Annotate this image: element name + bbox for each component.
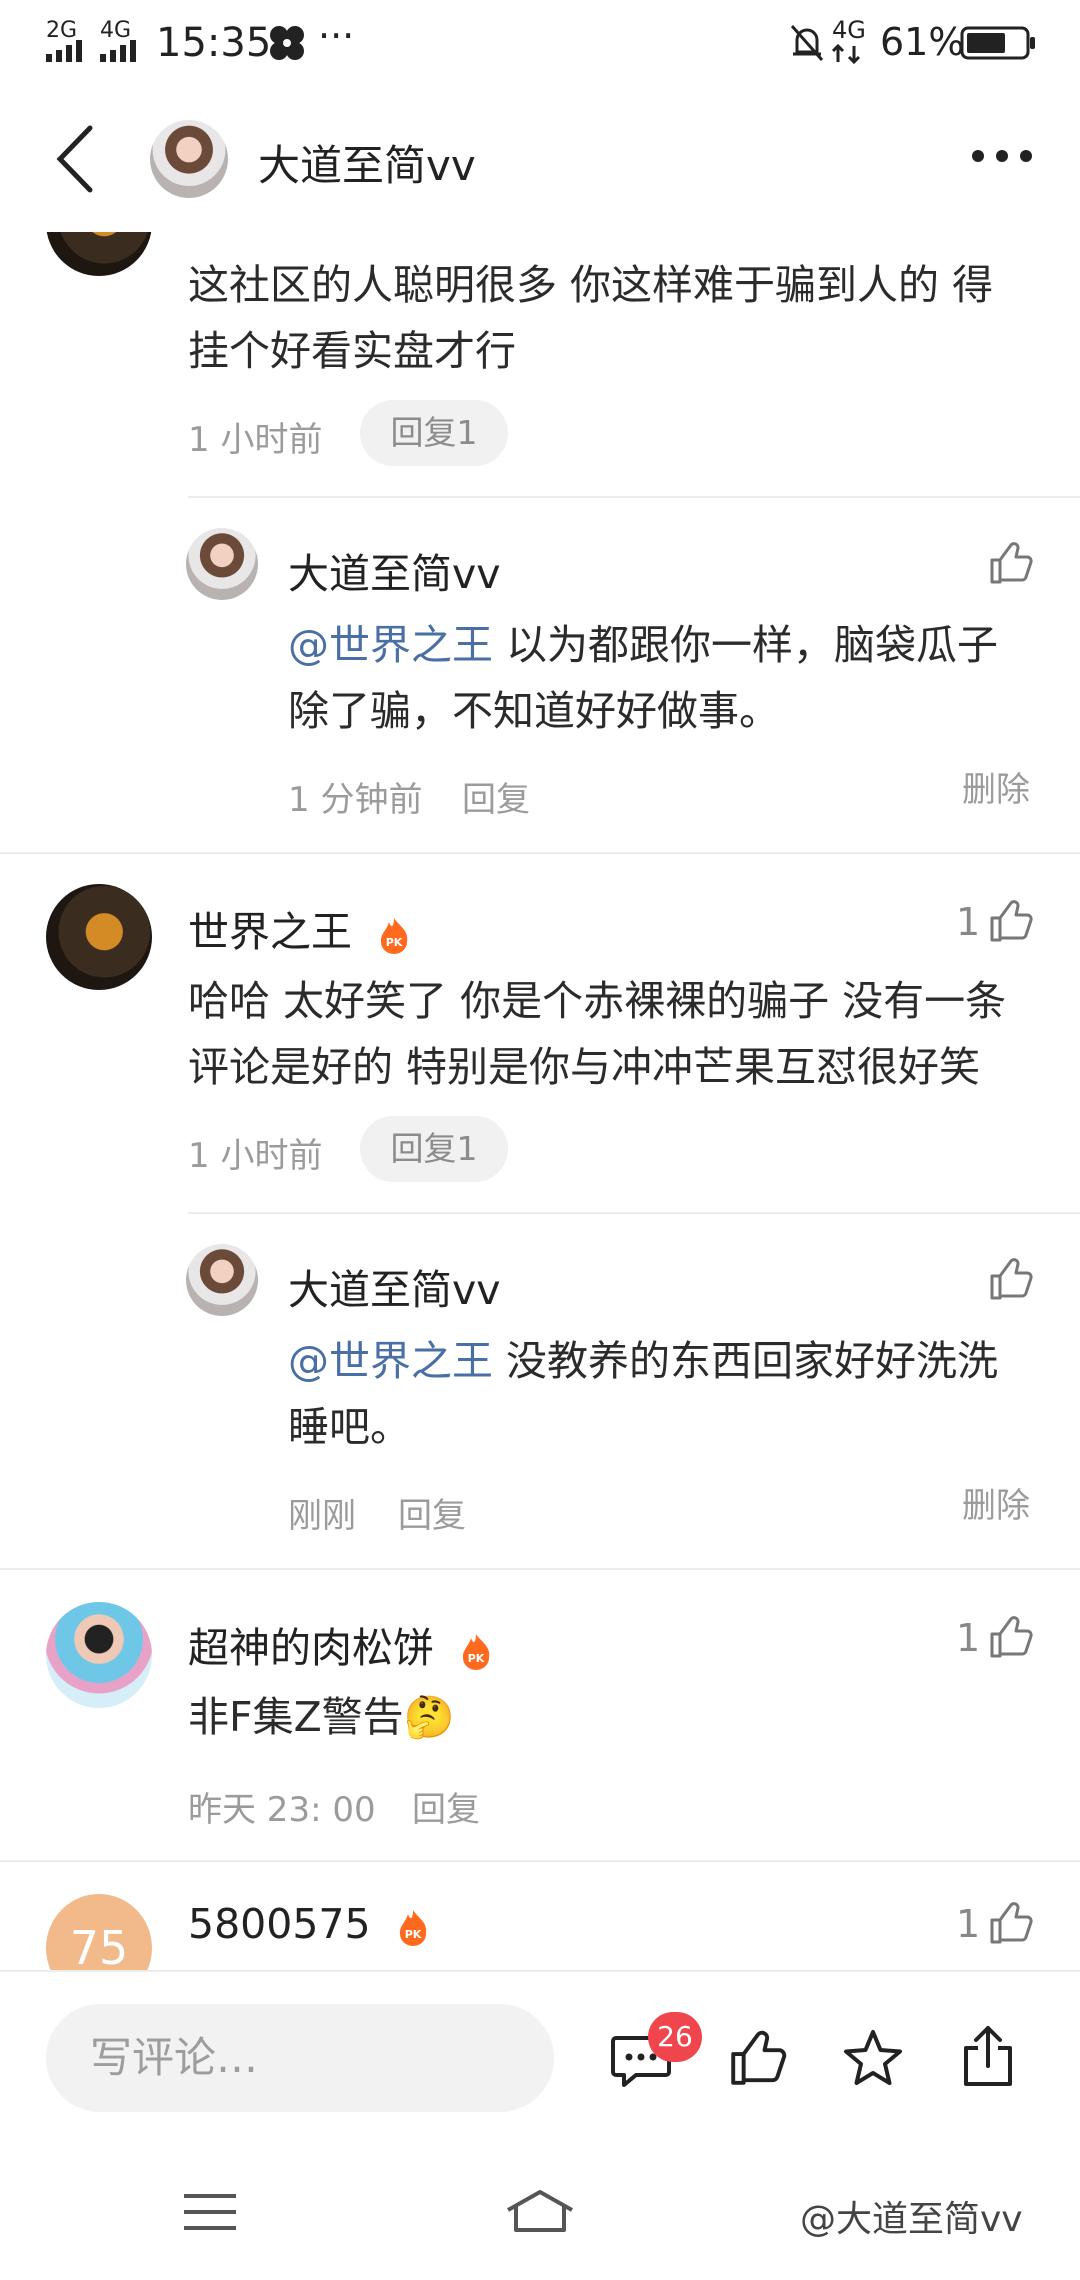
commenter-avatar[interactable] xyxy=(46,884,152,990)
status-bar: 2G 4G 15:35 ··· 4G 61% xyxy=(0,0,1080,86)
commenter-avatar[interactable] xyxy=(46,1602,152,1708)
like-icon[interactable] xyxy=(728,2028,788,2088)
home-icon[interactable] xyxy=(504,2188,576,2234)
like-count: 1 xyxy=(956,900,981,944)
svg-text:PK: PK xyxy=(386,936,403,949)
thumbs-up-icon[interactable] xyxy=(988,1256,1034,1302)
svg-text:PK: PK xyxy=(404,1928,421,1941)
reply-text: @世界之王 没教养的东西回家好好洗洗睡吧。 xyxy=(288,1328,1028,1460)
comment-time: 1 小时前 xyxy=(188,1136,323,1176)
battery-percent: 61% xyxy=(880,20,965,64)
commenter-name-text: 世界之王 xyxy=(188,908,352,956)
battery-icon xyxy=(960,26,1035,60)
divider xyxy=(0,852,1080,854)
reply-count-button[interactable]: 回复1 xyxy=(360,400,508,466)
reply-text: @世界之王 以为都跟你一样，脑袋瓜子除了骗，不知道好好做事。 xyxy=(288,612,1028,744)
mute-bell-icon xyxy=(790,25,824,61)
pk-fire-badge-icon: PK xyxy=(462,1634,490,1670)
back-arrow-icon[interactable] xyxy=(52,124,96,194)
reply-button[interactable]: 回复 xyxy=(462,772,530,821)
divider xyxy=(188,1212,1080,1214)
reply-author[interactable]: 大道至简vv xyxy=(288,1256,501,1316)
pk-fire-badge-icon: PK xyxy=(399,1910,426,1946)
reply-count-button[interactable]: 回复1 xyxy=(360,1116,508,1182)
reply-author[interactable]: 大道至简vv xyxy=(288,540,501,600)
comment-time: 1 小时前 xyxy=(188,420,323,460)
signal-icon xyxy=(46,40,82,62)
divider xyxy=(188,496,1080,498)
reply-time: 1 分钟前 xyxy=(288,780,423,820)
comment-text: 哈哈 太好笑了 你是个赤裸裸的骗子 没有一条评论是好的 特别是你与冲冲芒果互怼很… xyxy=(188,977,1007,1091)
pinwheel-icon xyxy=(270,26,304,60)
commenter-name-text: 超神的肉松饼 xyxy=(188,1624,434,1672)
top-header: 大道至简vv xyxy=(0,86,1080,232)
reply-avatar[interactable] xyxy=(186,528,258,600)
commenter-name[interactable]: 5800575 PK xyxy=(188,1900,430,1948)
page-title: 大道至简vv xyxy=(258,141,476,190)
signal-icon-2 xyxy=(100,40,136,62)
commenter-name-text: 5800575 xyxy=(188,1900,371,1948)
mention-link[interactable]: @世界之王 xyxy=(288,621,493,669)
reply-button[interactable]: 回复 xyxy=(398,1488,466,1537)
share-icon[interactable] xyxy=(960,2024,1016,2088)
watermark-text: @大道至简vv xyxy=(800,2199,1023,2240)
comment-text: 非F集Z警告🤔 xyxy=(188,1693,455,1741)
menu-icon[interactable] xyxy=(184,2192,236,2232)
bottom-action-bar: 写评论… 26 xyxy=(0,1972,1080,2140)
divider xyxy=(0,1860,1080,1862)
thumbs-up-icon[interactable] xyxy=(988,1614,1034,1660)
delete-button[interactable]: 删除 xyxy=(962,762,1030,811)
author-avatar[interactable] xyxy=(150,120,228,198)
star-icon[interactable] xyxy=(842,2028,904,2088)
divider xyxy=(0,1568,1080,1570)
status-more: ··· xyxy=(318,14,355,58)
comment-text: 这社区的人聪明很多 你这样难于骗到人的 得挂个好看实盘才行 xyxy=(188,261,994,375)
network-label: 4G xyxy=(832,16,866,44)
commenter-name[interactable]: 世界之王 PK xyxy=(188,898,411,958)
comment-time: 昨天 23: 00 xyxy=(188,1790,376,1830)
status-time: 15:35 xyxy=(156,20,272,66)
commenter-avatar[interactable]: 75 xyxy=(46,1894,152,1970)
more-options-icon[interactable] xyxy=(970,146,1034,166)
data-arrows-icon xyxy=(832,44,861,64)
delete-button[interactable]: 删除 xyxy=(962,1478,1030,1527)
comment-count-badge: 26 xyxy=(648,2012,702,2062)
reply-time: 刚刚 xyxy=(288,1496,356,1536)
pk-fire-badge-icon: PK xyxy=(380,918,408,954)
comment-partial: 75 5800575 PK 1 xyxy=(0,1890,1080,1970)
reply-avatar[interactable] xyxy=(186,1244,258,1316)
comment-input[interactable]: 写评论… xyxy=(46,2004,554,2112)
mention-link[interactable]: @世界之王 xyxy=(288,1337,493,1385)
thumbs-up-icon[interactable] xyxy=(988,1900,1034,1946)
commenter-name[interactable]: 超神的肉松饼 PK xyxy=(188,1614,493,1674)
thumbs-up-icon[interactable] xyxy=(988,540,1034,586)
reply-button[interactable]: 回复 xyxy=(412,1782,480,1831)
system-nav-bar: @大道至简vv xyxy=(0,2140,1080,2280)
svg-text:PK: PK xyxy=(468,1652,485,1665)
like-count: 1 xyxy=(956,1902,981,1946)
like-count: 1 xyxy=(956,1616,981,1660)
thumbs-up-icon[interactable] xyxy=(988,898,1034,944)
